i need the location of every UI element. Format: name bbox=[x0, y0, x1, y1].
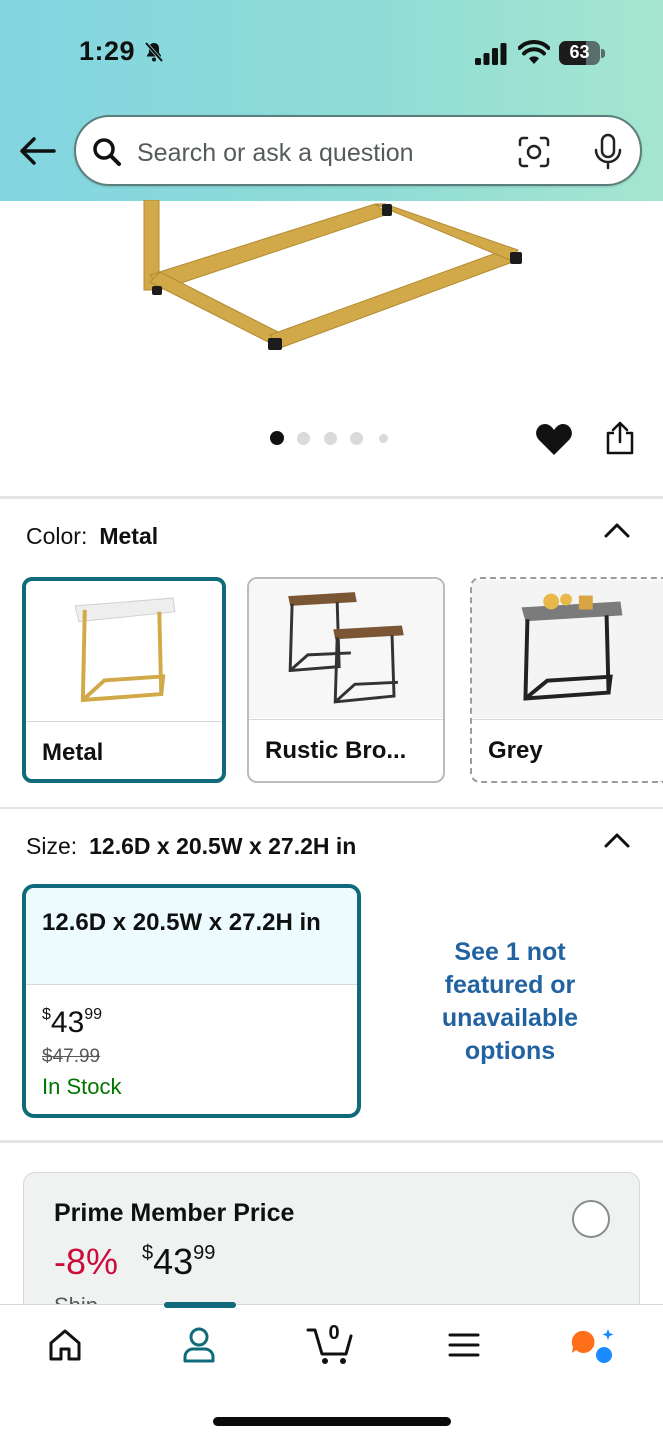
swatch-label: Metal bbox=[42, 739, 104, 766]
color-label: Color: bbox=[26, 523, 88, 549]
size-value: 12.6D x 20.5W x 27.2H in bbox=[89, 833, 357, 859]
size-option-header: 12.6D x 20.5W x 27.2H in bbox=[26, 888, 357, 985]
carousel-dot[interactable] bbox=[297, 431, 310, 445]
heart-icon[interactable] bbox=[535, 422, 573, 456]
prime-price-title: Prime Member Price bbox=[54, 1199, 295, 1227]
microphone-icon[interactable] bbox=[592, 133, 624, 171]
prime-discount: -8% bbox=[54, 1241, 119, 1282]
color-swatch-metal[interactable]: Metal bbox=[22, 577, 226, 783]
section-divider bbox=[0, 1140, 663, 1143]
home-icon[interactable] bbox=[47, 1325, 83, 1365]
swatch-label: Grey bbox=[488, 737, 543, 764]
home-indicator bbox=[213, 1417, 451, 1426]
color-label-row: Color: Metal bbox=[26, 523, 158, 550]
size-option-price: $4399 bbox=[42, 1006, 103, 1039]
chevron-up-icon[interactable] bbox=[604, 522, 630, 538]
swatch-image bbox=[472, 579, 663, 719]
product-image[interactable] bbox=[120, 200, 540, 360]
prime-price-radio[interactable] bbox=[572, 1200, 610, 1238]
back-arrow-icon[interactable] bbox=[18, 135, 56, 167]
bell-off-icon bbox=[144, 41, 164, 63]
camera-scan-icon[interactable] bbox=[517, 135, 551, 169]
color-swatch-rustic-brown[interactable]: Rustic Bro... bbox=[247, 577, 445, 783]
color-swatch-grey[interactable]: Grey bbox=[470, 577, 663, 783]
rufus-icon[interactable] bbox=[570, 1325, 616, 1365]
swatch-image bbox=[249, 580, 443, 718]
size-label: Size: bbox=[26, 833, 78, 859]
availability-status: In Stock bbox=[42, 1074, 122, 1099]
battery-icon: 63 bbox=[559, 41, 605, 65]
share-icon[interactable] bbox=[604, 420, 636, 456]
wifi-icon bbox=[518, 40, 550, 64]
nav-active-indicator bbox=[164, 1302, 236, 1308]
swatch-image bbox=[26, 582, 222, 720]
see-unavailable-options-link[interactable]: See 1 not featured or unavailable option… bbox=[420, 936, 600, 1068]
carousel-dot[interactable] bbox=[378, 433, 388, 443]
chevron-up-icon[interactable] bbox=[604, 832, 630, 848]
color-value: Metal bbox=[99, 523, 159, 549]
app-header: 1:29 63 Search or ask a question bbox=[0, 0, 663, 201]
menu-icon[interactable] bbox=[447, 1325, 481, 1365]
cart-icon[interactable]: 0 bbox=[306, 1322, 354, 1366]
cart-count: 0 bbox=[328, 1322, 340, 1344]
search-bar[interactable]: Search or ask a question bbox=[74, 115, 642, 186]
swatch-label: Rustic Bro... bbox=[265, 737, 407, 764]
status-time: 1:29 bbox=[79, 36, 136, 66]
prime-price: $4399 bbox=[142, 1241, 216, 1282]
carousel-dot[interactable] bbox=[323, 431, 337, 445]
search-icon bbox=[93, 138, 121, 166]
size-option-name: 12.6D x 20.5W x 27.2H in bbox=[42, 909, 321, 936]
size-label-row: Size: 12.6D x 20.5W x 27.2H in bbox=[26, 833, 356, 860]
size-option-card[interactable]: 12.6D x 20.5W x 27.2H in $4399 $47.99 In… bbox=[22, 884, 361, 1118]
section-divider bbox=[0, 496, 663, 499]
size-option-list-price: $47.99 bbox=[42, 1046, 101, 1067]
section-divider bbox=[0, 807, 663, 809]
carousel-dot[interactable] bbox=[270, 431, 284, 445]
account-icon[interactable] bbox=[181, 1325, 217, 1365]
signal-icon bbox=[475, 43, 507, 65]
carousel-dot[interactable] bbox=[350, 431, 363, 445]
search-input[interactable]: Search or ask a question bbox=[137, 139, 414, 168]
